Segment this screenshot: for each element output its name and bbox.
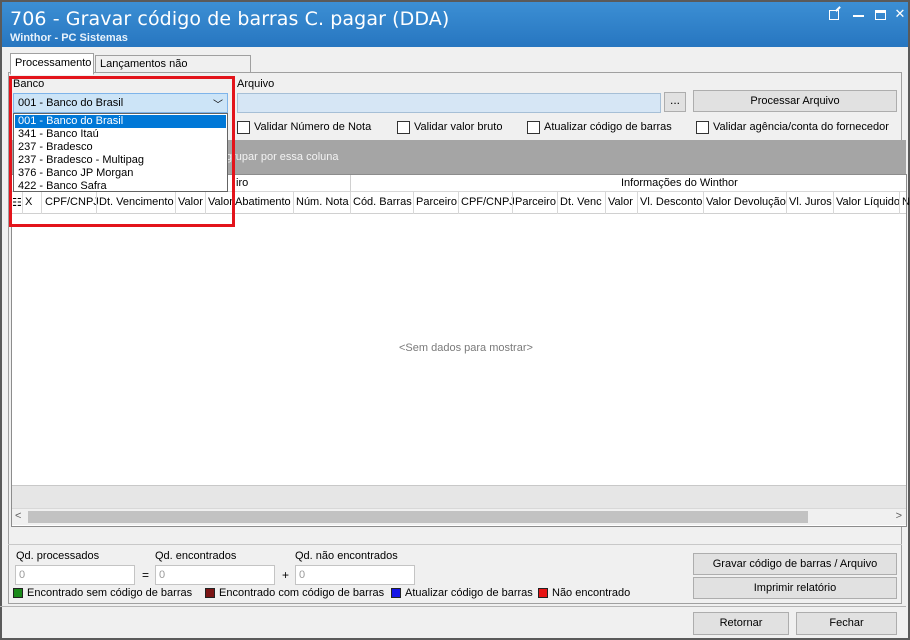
- scrollbar-thumb[interactable]: [28, 511, 808, 523]
- col-header[interactable]: X: [25, 196, 32, 208]
- banco-label: Banco: [13, 78, 45, 90]
- scroll-left-icon[interactable]: <: [15, 510, 21, 522]
- legend-item: Encontrado com código de barras: [205, 587, 384, 599]
- qd-encontrados-field[interactable]: 0: [155, 565, 275, 585]
- data-grid: grupar por essa coluna iro Informações d…: [12, 140, 910, 527]
- horizontal-scrollbar[interactable]: < >: [12, 508, 906, 525]
- col-header[interactable]: Dt. Venc: [560, 196, 602, 208]
- col-header[interactable]: Abatimento: [235, 196, 291, 208]
- equals-sign: =: [142, 568, 150, 582]
- dropdown-option[interactable]: 422 - Banco Safra: [15, 180, 226, 193]
- arquivo-label: Arquivo: [237, 78, 275, 90]
- band-left-label: iro: [236, 177, 249, 189]
- col-header[interactable]: Valor Líquido: [836, 196, 900, 208]
- close-icon[interactable]: ✕: [890, 6, 910, 22]
- title-bar: 706 - Gravar código de barras C. pagar (…: [2, 2, 908, 47]
- col-header[interactable]: Valor Devolução: [706, 196, 786, 208]
- col-header[interactable]: Vl. Juros: [789, 196, 832, 208]
- qd-processados-label: Qd. processados: [16, 550, 100, 562]
- checkbox-box[interactable]: [237, 120, 250, 134]
- validar-valor-bruto-checkbox[interactable]: Validar valor bruto: [397, 120, 502, 134]
- bottom-divider: [0, 606, 906, 607]
- legend-label: Encontrado sem código de barras: [27, 587, 193, 599]
- qd-nao-encontrados-field[interactable]: 0: [295, 565, 415, 585]
- retornar-button[interactable]: Retornar: [693, 612, 789, 635]
- qd-encontrados-label: Qd. encontrados: [155, 550, 237, 562]
- window-subtitle: Winthor - PC Sistemas: [10, 32, 128, 44]
- legend-label: Encontrado com código de barras: [219, 587, 385, 599]
- column-chooser-icon[interactable]: ☷: [12, 196, 22, 209]
- chevron-down-icon[interactable]: ﹀: [213, 96, 223, 111]
- grid-footer: [12, 485, 906, 508]
- checkbox-label: Atualizar código de barras: [544, 121, 672, 133]
- arquivo-input[interactable]: [237, 93, 661, 113]
- legend-item: Atualizar código de barras: [391, 587, 533, 599]
- legend-label: Não encontrado: [552, 587, 631, 599]
- edit-window-icon[interactable]: [824, 6, 844, 22]
- checkbox-label: Validar agência/conta do fornecedor: [713, 121, 889, 133]
- col-header[interactable]: CPF/CNPJ: [461, 196, 515, 208]
- fechar-button[interactable]: Fechar: [796, 612, 897, 635]
- col-header[interactable]: N: [902, 196, 910, 208]
- col-header[interactable]: Parceiro: [416, 196, 457, 208]
- dropdown-option[interactable]: 001 - Banco do Brasil: [15, 115, 226, 128]
- legend-label: Atualizar código de barras: [405, 587, 533, 599]
- qd-processados-field[interactable]: 0: [15, 565, 135, 585]
- section-divider: [8, 544, 902, 545]
- banco-selected-value: 001 - Banco do Brasil: [18, 97, 124, 109]
- checkbox-box[interactable]: [397, 120, 410, 134]
- col-header[interactable]: Dt. Vencimento: [99, 196, 174, 208]
- qd-nao-encontrados-label: Qd. não encontrados: [295, 550, 398, 562]
- col-header[interactable]: CPF/CNPJ: [45, 196, 99, 208]
- processar-arquivo-button[interactable]: Processar Arquivo: [693, 90, 897, 112]
- validar-agencia-conta-checkbox[interactable]: Validar agência/conta do fornecedor: [696, 120, 889, 134]
- checkbox-box[interactable]: [696, 120, 709, 134]
- dropdown-option[interactable]: 237 - Bradesco: [15, 141, 226, 154]
- legend-swatch-darkred: [205, 588, 215, 598]
- validar-numero-nota-checkbox[interactable]: Validar Número de Nota: [237, 120, 371, 134]
- legend-swatch-blue: [391, 588, 401, 598]
- legend-swatch-red: [538, 588, 548, 598]
- banco-select[interactable]: 001 - Banco do Brasil ﹀: [13, 93, 228, 113]
- band-divider: [350, 174, 351, 192]
- legend-item: Encontrado sem código de barras: [13, 587, 192, 599]
- dropdown-option[interactable]: 237 - Bradesco - Multipag: [15, 154, 226, 167]
- dropdown-option[interactable]: 376 - Banco JP Morgan: [15, 167, 226, 180]
- col-header[interactable]: Cód. Barras: [353, 196, 412, 208]
- group-by-hint: grupar por essa coluna: [226, 151, 339, 163]
- atualizar-codigo-barras-checkbox[interactable]: Atualizar código de barras: [527, 120, 672, 134]
- dropdown-option[interactable]: 341 - Banco Itaú: [15, 128, 226, 141]
- legend-swatch-green: [13, 588, 23, 598]
- col-header[interactable]: Valor: [178, 196, 203, 208]
- legend-item: Não encontrado: [538, 587, 630, 599]
- imprimir-relatorio-button[interactable]: Imprimir relatório: [693, 577, 897, 599]
- checkbox-box[interactable]: [527, 120, 540, 134]
- checkbox-label: Validar valor bruto: [414, 121, 503, 133]
- scroll-right-icon[interactable]: >: [896, 510, 902, 522]
- plus-sign: +: [282, 568, 290, 582]
- maximize-icon[interactable]: [870, 6, 890, 22]
- col-header[interactable]: Valor: [608, 196, 633, 208]
- window-title: 706 - Gravar código de barras C. pagar (…: [10, 8, 450, 30]
- tab-processamento[interactable]: Processamento: [10, 53, 94, 75]
- banco-dropdown-list: 001 - Banco do Brasil 341 - Banco Itaú 2…: [13, 113, 228, 192]
- gravar-codigo-barras-button[interactable]: Gravar código de barras / Arquivo: [693, 553, 897, 575]
- checkbox-label: Validar Número de Nota: [254, 121, 372, 133]
- col-header[interactable]: Núm. Nota: [296, 196, 349, 208]
- col-header[interactable]: Vl. Desconto: [640, 196, 702, 208]
- minimize-icon[interactable]: [848, 6, 868, 22]
- col-header[interactable]: Valor: [208, 196, 233, 208]
- col-header[interactable]: Parceiro: [515, 196, 556, 208]
- browse-file-button[interactable]: ...: [664, 92, 686, 112]
- column-header-row: ☷ X CPF/CNPJ Dt. Vencimento Valor Valor …: [12, 192, 910, 214]
- band-informacoes-winthor: Informações do Winthor: [621, 177, 738, 189]
- empty-grid-message: <Sem dados para mostrar>: [399, 342, 533, 354]
